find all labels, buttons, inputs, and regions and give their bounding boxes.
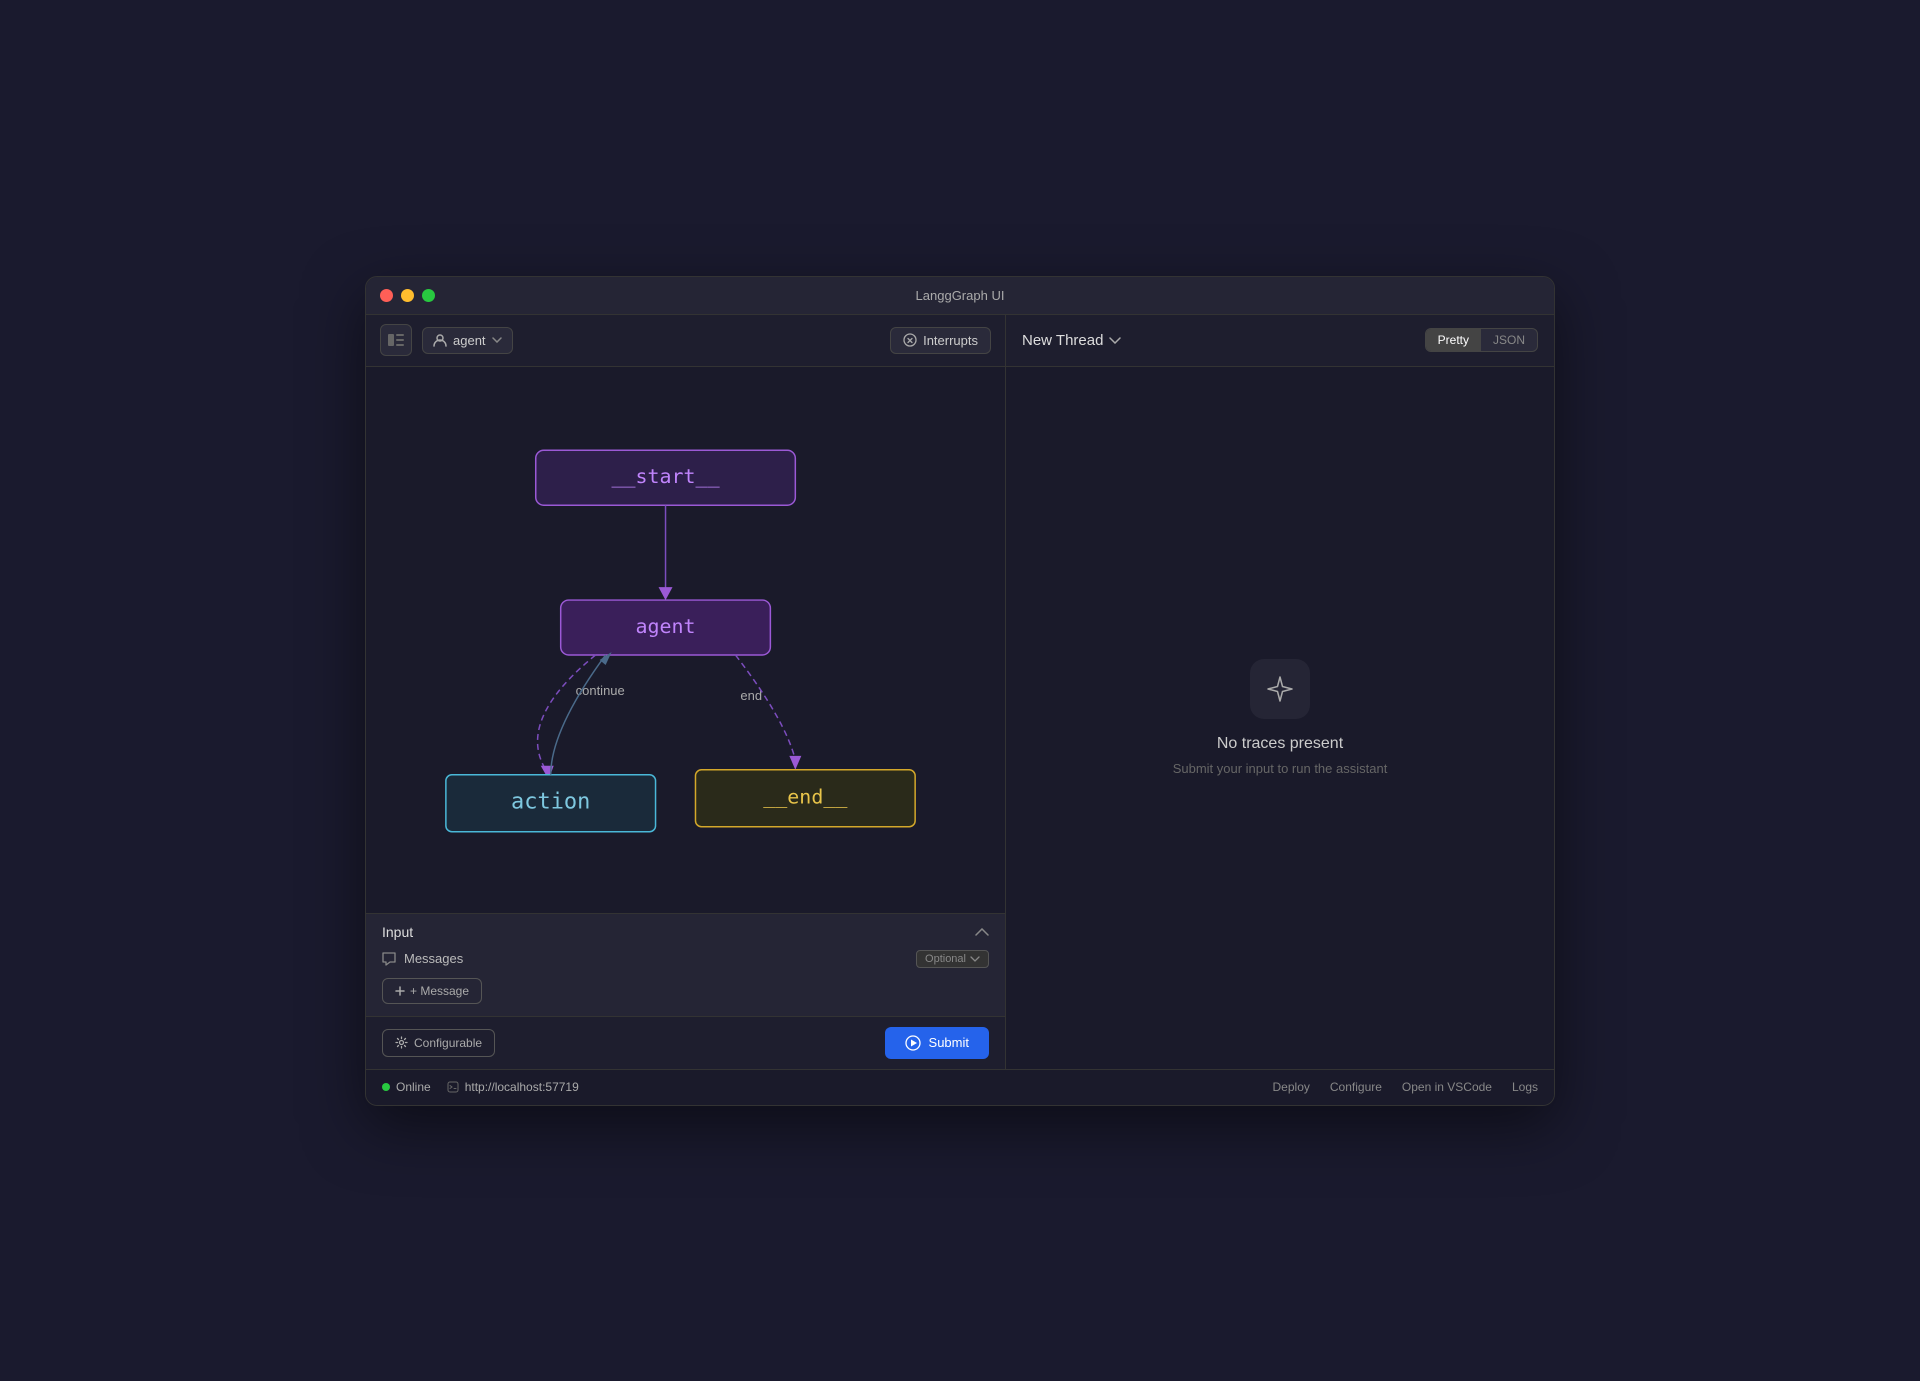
input-footer: Configurable Submit	[366, 1016, 1005, 1069]
empty-state-icon	[1250, 659, 1310, 719]
optional-chevron-icon	[970, 956, 980, 962]
play-icon	[905, 1035, 921, 1051]
pretty-option[interactable]: Pretty	[1426, 329, 1481, 351]
configurable-button[interactable]: Configurable	[382, 1029, 495, 1057]
agent-node-label: agent	[635, 614, 695, 638]
right-panel: New Thread Pretty JSON No traces present	[1006, 315, 1554, 1069]
left-panel: agent Interrupts	[366, 315, 1006, 1069]
window-title: LanggGraph UI	[916, 288, 1005, 303]
input-header[interactable]: Input	[366, 914, 1005, 950]
continue-edge-label: continue	[576, 682, 625, 697]
end-node-label: __end__	[763, 784, 848, 808]
right-toolbar: New Thread Pretty JSON	[1006, 315, 1554, 367]
input-body: Messages Optional + Messa	[366, 950, 1005, 1016]
messages-icon	[382, 952, 396, 966]
main-content: agent Interrupts	[366, 315, 1554, 1069]
pretty-json-toggle: Pretty JSON	[1425, 328, 1538, 352]
submit-button[interactable]: Submit	[885, 1027, 989, 1059]
optional-label: Optional	[925, 953, 966, 965]
fullscreen-button[interactable]	[422, 289, 435, 302]
graph-area: __start__ agent continue end	[366, 367, 1005, 913]
online-dot	[382, 1083, 390, 1091]
url-status: http://localhost:57719	[447, 1080, 579, 1094]
sparkle-icon	[1266, 675, 1294, 703]
configurable-label: Configurable	[414, 1036, 482, 1050]
left-toolbar: agent Interrupts	[366, 315, 1005, 367]
open-vscode-link[interactable]: Open in VSCode	[1402, 1080, 1492, 1094]
input-title: Input	[382, 924, 413, 940]
configure-link[interactable]: Configure	[1330, 1080, 1382, 1094]
start-node-label: __start__	[611, 464, 720, 488]
interrupts-button[interactable]: Interrupts	[890, 327, 991, 354]
input-collapse-icon	[975, 928, 989, 936]
end-edge-label: end	[740, 687, 762, 702]
online-status: Online	[382, 1080, 431, 1094]
input-panel: Input Messages Optiona	[366, 913, 1005, 1069]
add-message-label: + Message	[410, 984, 469, 998]
right-content: No traces present Submit your input to r…	[1006, 367, 1554, 1069]
add-message-button[interactable]: + Message	[382, 978, 482, 1004]
messages-label: Messages	[404, 951, 463, 966]
new-thread-button[interactable]: New Thread	[1022, 332, 1425, 349]
gear-icon	[395, 1036, 408, 1049]
empty-state-title: No traces present	[1217, 735, 1343, 753]
json-option[interactable]: JSON	[1481, 329, 1537, 351]
status-links: Deploy Configure Open in VSCode Logs	[1273, 1080, 1538, 1094]
traffic-lights	[380, 289, 435, 302]
close-button[interactable]	[380, 289, 393, 302]
optional-badge[interactable]: Optional	[916, 950, 989, 968]
logs-link[interactable]: Logs	[1512, 1080, 1538, 1094]
agent-label: agent	[453, 333, 486, 348]
titlebar: LanggGraph UI	[366, 277, 1554, 315]
terminal-icon	[447, 1081, 459, 1093]
minimize-button[interactable]	[401, 289, 414, 302]
plus-icon	[395, 986, 405, 996]
new-thread-label: New Thread	[1022, 332, 1103, 349]
url-text: http://localhost:57719	[465, 1080, 579, 1094]
empty-state-subtitle: Submit your input to run the assistant	[1173, 761, 1388, 776]
messages-row: Messages Optional	[382, 950, 989, 968]
sidebar-toggle-button[interactable]	[380, 324, 412, 356]
statusbar: Online http://localhost:57719 Deploy Con…	[366, 1069, 1554, 1105]
deploy-link[interactable]: Deploy	[1273, 1080, 1310, 1094]
app-window: LanggGraph UI	[365, 276, 1555, 1106]
interrupts-label: Interrupts	[923, 333, 978, 348]
submit-label: Submit	[929, 1035, 969, 1050]
messages-label-group: Messages	[382, 951, 463, 966]
agent-selector[interactable]: agent	[422, 327, 513, 354]
action-node-label: action	[511, 789, 590, 814]
new-thread-chevron-icon	[1109, 337, 1121, 344]
online-label: Online	[396, 1080, 431, 1094]
